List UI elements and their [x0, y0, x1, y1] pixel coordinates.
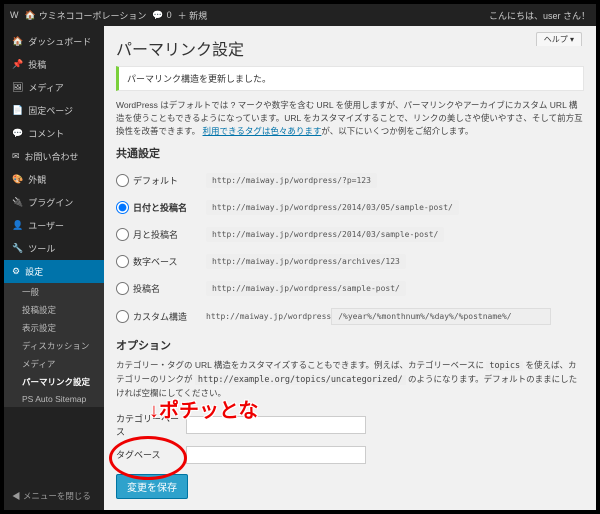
save-button[interactable]: 変更を保存 — [116, 474, 188, 499]
sub-writing[interactable]: 投稿設定 — [4, 301, 104, 319]
opt-postname: 投稿名 http://maiway.jp/wordpress/sample-po… — [116, 275, 584, 302]
opt-date: 日付と投稿名 http://maiway.jp/wordpress/2014/0… — [116, 194, 584, 221]
admin-sidebar: 🏠ダッシュボード 📌投稿 🖼メディア 📄固定ページ 💬コメント ✉お問い合わせ … — [4, 26, 104, 510]
menu-users[interactable]: 👤ユーザー — [4, 214, 104, 237]
menu-tools[interactable]: 🔧ツール — [4, 237, 104, 260]
opt-numeric: 数字ベース http://maiway.jp/wordpress/archive… — [116, 248, 584, 275]
category-base-label: カテゴリーベース — [116, 412, 186, 438]
settings-submenu: 一般 投稿設定 表示設定 ディスカッション メディア パーマリンク設定 PS A… — [4, 283, 104, 407]
add-new[interactable]: ＋ 新規 — [178, 9, 208, 22]
menu-plugins[interactable]: 🔌プラグイン — [4, 191, 104, 214]
menu-settings[interactable]: ⚙設定 — [4, 260, 104, 283]
opt-custom: カスタム構造 http://maiway.jp/wordpress — [116, 302, 584, 331]
wp-logo[interactable]: W — [10, 10, 19, 20]
url-date: http://maiway.jp/wordpress/2014/03/05/sa… — [206, 200, 459, 215]
menu-appearance[interactable]: 🎨外観 — [4, 168, 104, 191]
sub-reading[interactable]: 表示設定 — [4, 319, 104, 337]
url-postname: http://maiway.jp/wordpress/sample-post/ — [206, 281, 406, 296]
help-tab[interactable]: ヘルプ ▾ — [536, 32, 582, 46]
radio-default[interactable] — [116, 174, 129, 187]
update-notice: パーマリンク構造を更新しました。 — [116, 66, 584, 91]
content-area: ヘルプ ▾ パーマリンク設定 パーマリンク構造を更新しました。 WordPres… — [104, 26, 596, 510]
tag-base-input[interactable] — [186, 446, 366, 464]
sub-permalink[interactable]: パーマリンク設定 — [4, 373, 104, 391]
sub-media[interactable]: メディア — [4, 355, 104, 373]
menu-media[interactable]: 🖼メディア — [4, 76, 104, 99]
greeting[interactable]: こんにちは、user さん！ — [489, 9, 590, 22]
option-description: カテゴリー・タグの URL 構造をカスタマイズすることもできます。例えば、カテゴ… — [116, 359, 584, 399]
radio-postname[interactable] — [116, 282, 129, 295]
radio-custom[interactable] — [116, 310, 129, 323]
admin-toolbar: W 🏠 ウミネココーポレーション 💬 0 ＋ 新規 こんにちは、user さん！ — [4, 4, 596, 26]
category-base-row: カテゴリーベース — [116, 408, 584, 442]
category-base-input[interactable] — [186, 416, 366, 434]
menu-posts[interactable]: 📌投稿 — [4, 53, 104, 76]
menu-pages[interactable]: 📄固定ページ — [4, 99, 104, 122]
comments-count[interactable]: 💬 0 — [152, 10, 171, 21]
sub-sitemap[interactable]: PS Auto Sitemap — [4, 391, 104, 407]
opt-month: 月と投稿名 http://maiway.jp/wordpress/2014/03… — [116, 221, 584, 248]
option-heading: オプション — [116, 337, 584, 353]
url-default: http://maiway.jp/wordpress/?p=123 — [206, 173, 377, 188]
tags-link[interactable]: 利用できるタグは色々あります — [203, 126, 322, 136]
tag-base-label: タグベース — [116, 448, 186, 461]
collapse-menu[interactable]: ◀ メニューを閉じる — [4, 482, 104, 510]
sub-general[interactable]: 一般 — [4, 283, 104, 301]
radio-numeric[interactable] — [116, 255, 129, 268]
url-month: http://maiway.jp/wordpress/2014/03/sampl… — [206, 227, 444, 242]
menu-dashboard[interactable]: 🏠ダッシュボード — [4, 30, 104, 53]
site-name[interactable]: 🏠 ウミネココーポレーション — [25, 9, 147, 22]
custom-prefix: http://maiway.jp/wordpress — [206, 312, 331, 321]
common-heading: 共通設定 — [116, 145, 584, 161]
menu-comments[interactable]: 💬コメント — [4, 122, 104, 145]
url-numeric: http://maiway.jp/wordpress/archives/123 — [206, 254, 406, 269]
page-description: WordPress はデフォルトでは ? マークや数字を含む URL を使用しま… — [116, 99, 584, 137]
menu-contact[interactable]: ✉お問い合わせ — [4, 145, 104, 168]
opt-default: デフォルト http://maiway.jp/wordpress/?p=123 — [116, 167, 584, 194]
radio-month[interactable] — [116, 228, 129, 241]
sub-discussion[interactable]: ディスカッション — [4, 337, 104, 355]
page-title: パーマリンク設定 — [116, 36, 584, 60]
custom-structure-input[interactable] — [331, 308, 551, 325]
tag-base-row: タグベース — [116, 442, 584, 468]
radio-date[interactable] — [116, 201, 129, 214]
